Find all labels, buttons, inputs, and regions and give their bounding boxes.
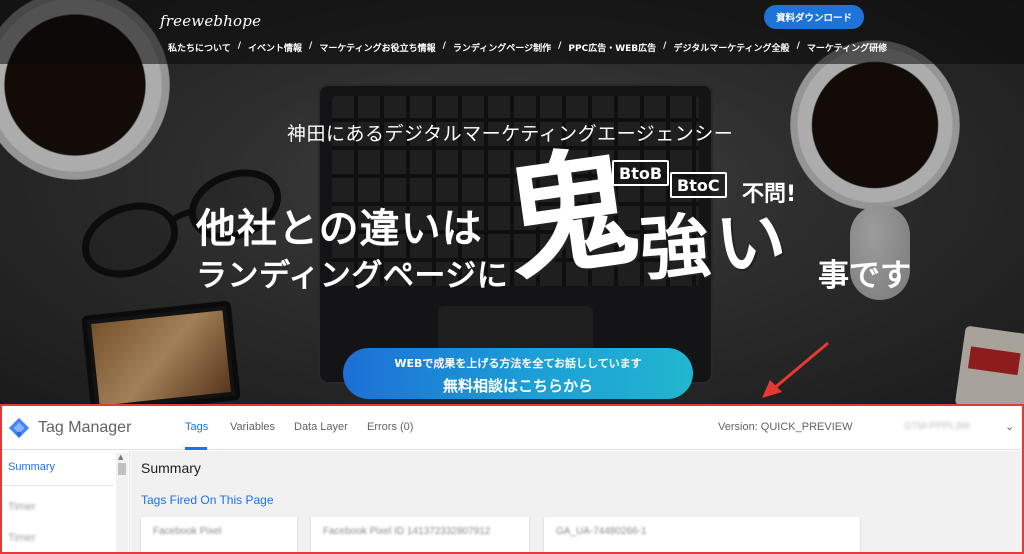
hero-headline-tail: 事です — [818, 258, 911, 294]
tag-manager-debug-panel: Tag Manager Tags Variables Data Layer Er… — [0, 404, 1024, 554]
tag-card-name: GA_UA-74480266-1 — [556, 526, 647, 537]
sidebar-item-timer[interactable]: Timer — [8, 501, 36, 513]
nav-about[interactable]: 私たちについて — [168, 41, 231, 54]
tab-variables[interactable]: Variables — [230, 421, 275, 433]
nav-training[interactable]: マーケティング研修 — [807, 41, 887, 54]
tab-tags[interactable]: Tags — [185, 421, 208, 433]
document-download-button[interactable]: 資料ダウンロード — [764, 5, 864, 29]
nav-separator: / — [237, 41, 242, 51]
scroll-up-icon[interactable]: ▲ — [118, 453, 123, 461]
free-consultation-button[interactable]: WEBで成果を上げる方法を全てお話ししています 無料相談はこちらから — [343, 348, 693, 399]
active-tab-indicator — [185, 447, 207, 450]
container-id: GTM-PPPL3W — [904, 421, 971, 432]
nav-ppc-ads[interactable]: PPC広告・WEB広告 — [568, 41, 656, 54]
btob-badge: BtoB — [612, 160, 670, 186]
nav-separator: / — [558, 41, 562, 51]
site-header — [0, 0, 1024, 64]
hero-headline-line2: ランディングページに — [196, 258, 509, 294]
sidebar-item-timer[interactable]: Timer — [8, 532, 36, 544]
tag-card[interactable]: Facebook Pixel ID 141372332807912 — [311, 517, 529, 552]
fumon-label: 不問! — [742, 182, 797, 207]
chevron-down-icon[interactable]: ⌄ — [1005, 420, 1014, 433]
nav-marketing-tips[interactable]: マーケティングお役立ち情報 — [319, 41, 435, 54]
hero-subheadline: 神田にあるデジタルマーケティングエージェンシー — [287, 123, 734, 145]
tags-fired-title: Tags Fired On This Page — [141, 493, 274, 507]
page: freewebhope 資料ダウンロード 私たちについて / イベント情報 / … — [0, 0, 1024, 554]
sidebar-item-summary[interactable]: Summary — [8, 461, 55, 473]
scrollbar-thumb[interactable] — [118, 463, 126, 475]
tag-card[interactable]: GA_UA-74480266-1 — [544, 517, 860, 552]
hero-tsuyoi-calligraphy: 強い — [637, 197, 795, 292]
tab-data-layer[interactable]: Data Layer — [294, 421, 348, 433]
tag-manager-sidebar: Summary Timer Timer ▲ — [2, 451, 130, 552]
sidebar-scrollbar[interactable]: ▲ — [116, 453, 128, 552]
nav-separator: / — [663, 41, 667, 51]
tag-manager-logo-icon — [8, 417, 30, 439]
summary-title: Summary — [141, 460, 201, 476]
main-nav: 私たちについて / イベント情報 / マーケティングお役立ち情報 / ランディン… — [168, 41, 887, 54]
consult-button-label: 無料相談はこちらから — [442, 377, 593, 395]
tag-manager-header: Tag Manager Tags Variables Data Layer Er… — [2, 406, 1022, 450]
tab-errors[interactable]: Errors (0) — [367, 421, 413, 433]
nav-separator: / — [796, 41, 800, 51]
nav-landing-page[interactable]: ランディングページ制作 — [453, 41, 551, 54]
site-logo[interactable]: freewebhope — [160, 12, 261, 30]
btoc-badge: BtoC — [670, 172, 727, 198]
sidebar-divider — [2, 485, 114, 486]
nav-separator: / — [309, 41, 313, 51]
tag-card[interactable]: Facebook Pixel — [141, 517, 297, 552]
tag-manager-main: Summary Tags Fired On This Page Facebook… — [131, 451, 1022, 552]
version-label: Version: QUICK_PREVIEW — [718, 421, 853, 433]
red-arrow-icon — [762, 341, 829, 398]
tag-card-name: Facebook Pixel ID 141372332807912 — [323, 526, 491, 537]
tag-manager-title: Tag Manager — [38, 419, 132, 436]
consult-button-subtext: WEBで成果を上げる方法を全てお話ししています — [394, 357, 642, 370]
nav-digital-marketing[interactable]: デジタルマーケティング全般 — [673, 41, 789, 54]
nav-events[interactable]: イベント情報 — [248, 41, 302, 54]
nav-separator: / — [442, 41, 446, 51]
hero-headline-line1: 他社との違いは — [196, 206, 483, 252]
tag-card-name: Facebook Pixel — [153, 526, 222, 537]
